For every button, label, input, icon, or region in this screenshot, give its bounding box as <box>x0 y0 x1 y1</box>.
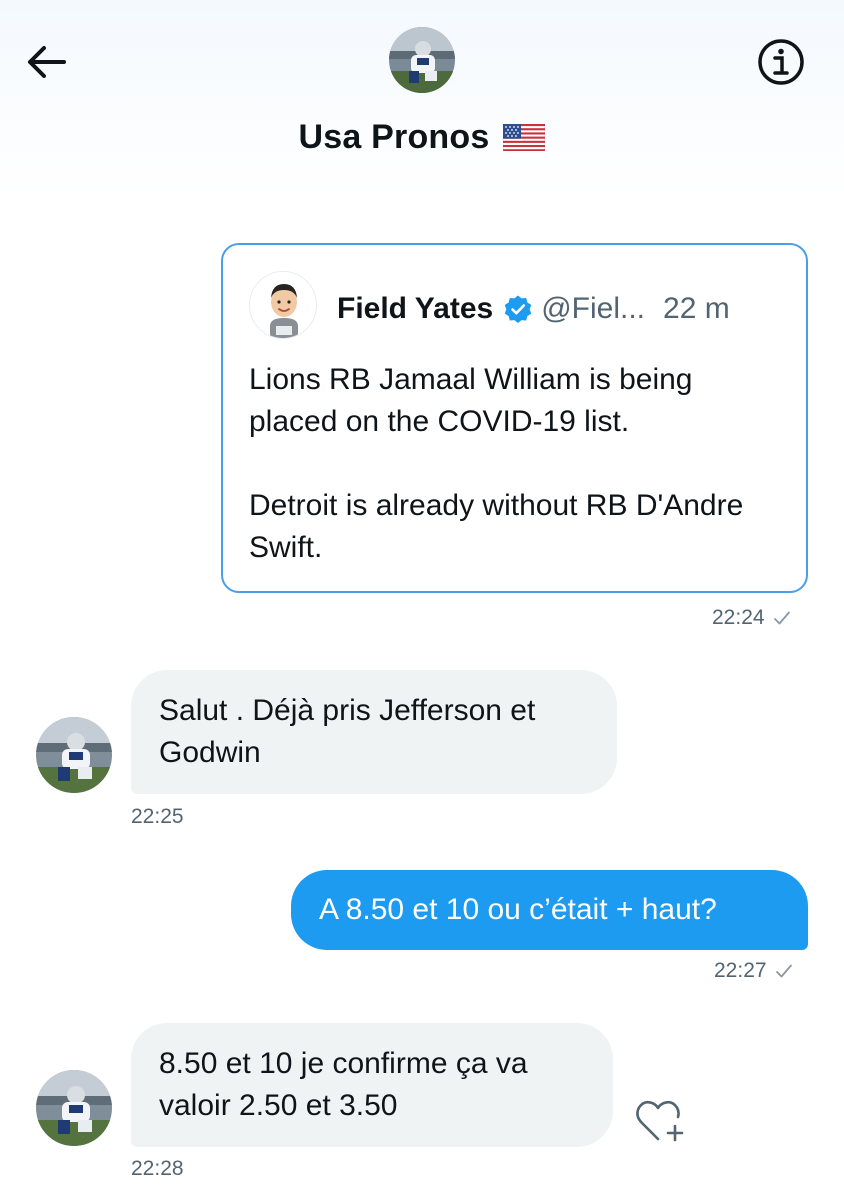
tweet-author-handle: @Fiel... <box>541 292 646 325</box>
player-photo <box>389 27 455 93</box>
tweet-header: Field Yates @Fiel... 22 m <box>337 289 797 329</box>
tweet-author-name[interactable]: Field Yates <box>337 292 493 326</box>
message-text: A 8.50 et 10 ou c’était + haut? <box>319 893 717 926</box>
message-time: 22:27 <box>714 959 767 982</box>
tweet-author-avatar[interactable] <box>249 271 317 339</box>
sender-avatar[interactable] <box>36 1070 112 1146</box>
us-flag-icon <box>503 123 546 151</box>
back-button[interactable] <box>22 40 70 84</box>
conversation-avatar[interactable] <box>389 27 455 93</box>
tweet-age: 22 m <box>663 292 730 325</box>
player-photo <box>36 1070 112 1146</box>
arrow-left-icon <box>28 46 66 78</box>
outgoing-message-bubble[interactable]: A 8.50 et 10 ou c’était + haut? <box>291 870 808 950</box>
message-timestamp: 22:25 <box>131 805 184 829</box>
conversation-name: Usa Pronos <box>298 117 490 156</box>
tweet-text: Lions RB Jamaal William is being placed … <box>249 359 789 569</box>
player-photo <box>36 717 112 793</box>
message-time: 22:24 <box>712 606 765 629</box>
message-text: Salut . Déjà pris Jefferson et Godwin <box>159 694 536 769</box>
info-circle-icon <box>758 39 804 85</box>
message-timestamp: 22:27 <box>714 959 793 983</box>
tweet-paragraph: Detroit is already without RB D'Andre Sw… <box>249 489 744 564</box>
sent-check-icon <box>775 964 792 978</box>
cartoon-avatar-image <box>250 272 316 338</box>
message-timestamp: 22:28 <box>131 1157 184 1181</box>
tweet-paragraph: Lions RB Jamaal William is being placed … <box>249 363 693 438</box>
message-time: 22:25 <box>131 805 184 828</box>
sent-check-icon <box>773 611 790 625</box>
quoted-tweet-card[interactable]: Field Yates @Fiel... 22 m Lions RB Jamaa… <box>221 243 808 593</box>
verified-badge-icon <box>504 295 532 323</box>
add-reaction-heart-icon <box>636 1100 684 1142</box>
message-time: 22:28 <box>131 1157 184 1180</box>
message-text: 8.50 et 10 je confirme ça va valoir 2.50… <box>159 1047 528 1122</box>
message-timestamp: 22:24 <box>712 606 791 630</box>
incoming-message-bubble[interactable]: 8.50 et 10 je confirme ça va valoir 2.50… <box>131 1023 613 1147</box>
sender-avatar[interactable] <box>36 717 112 793</box>
add-reaction-button[interactable] <box>633 1097 687 1147</box>
conversation-title: Usa Pronos <box>0 112 844 162</box>
incoming-message-bubble[interactable]: Salut . Déjà pris Jefferson et Godwin <box>131 670 617 794</box>
conversation-info-button[interactable] <box>753 37 809 87</box>
